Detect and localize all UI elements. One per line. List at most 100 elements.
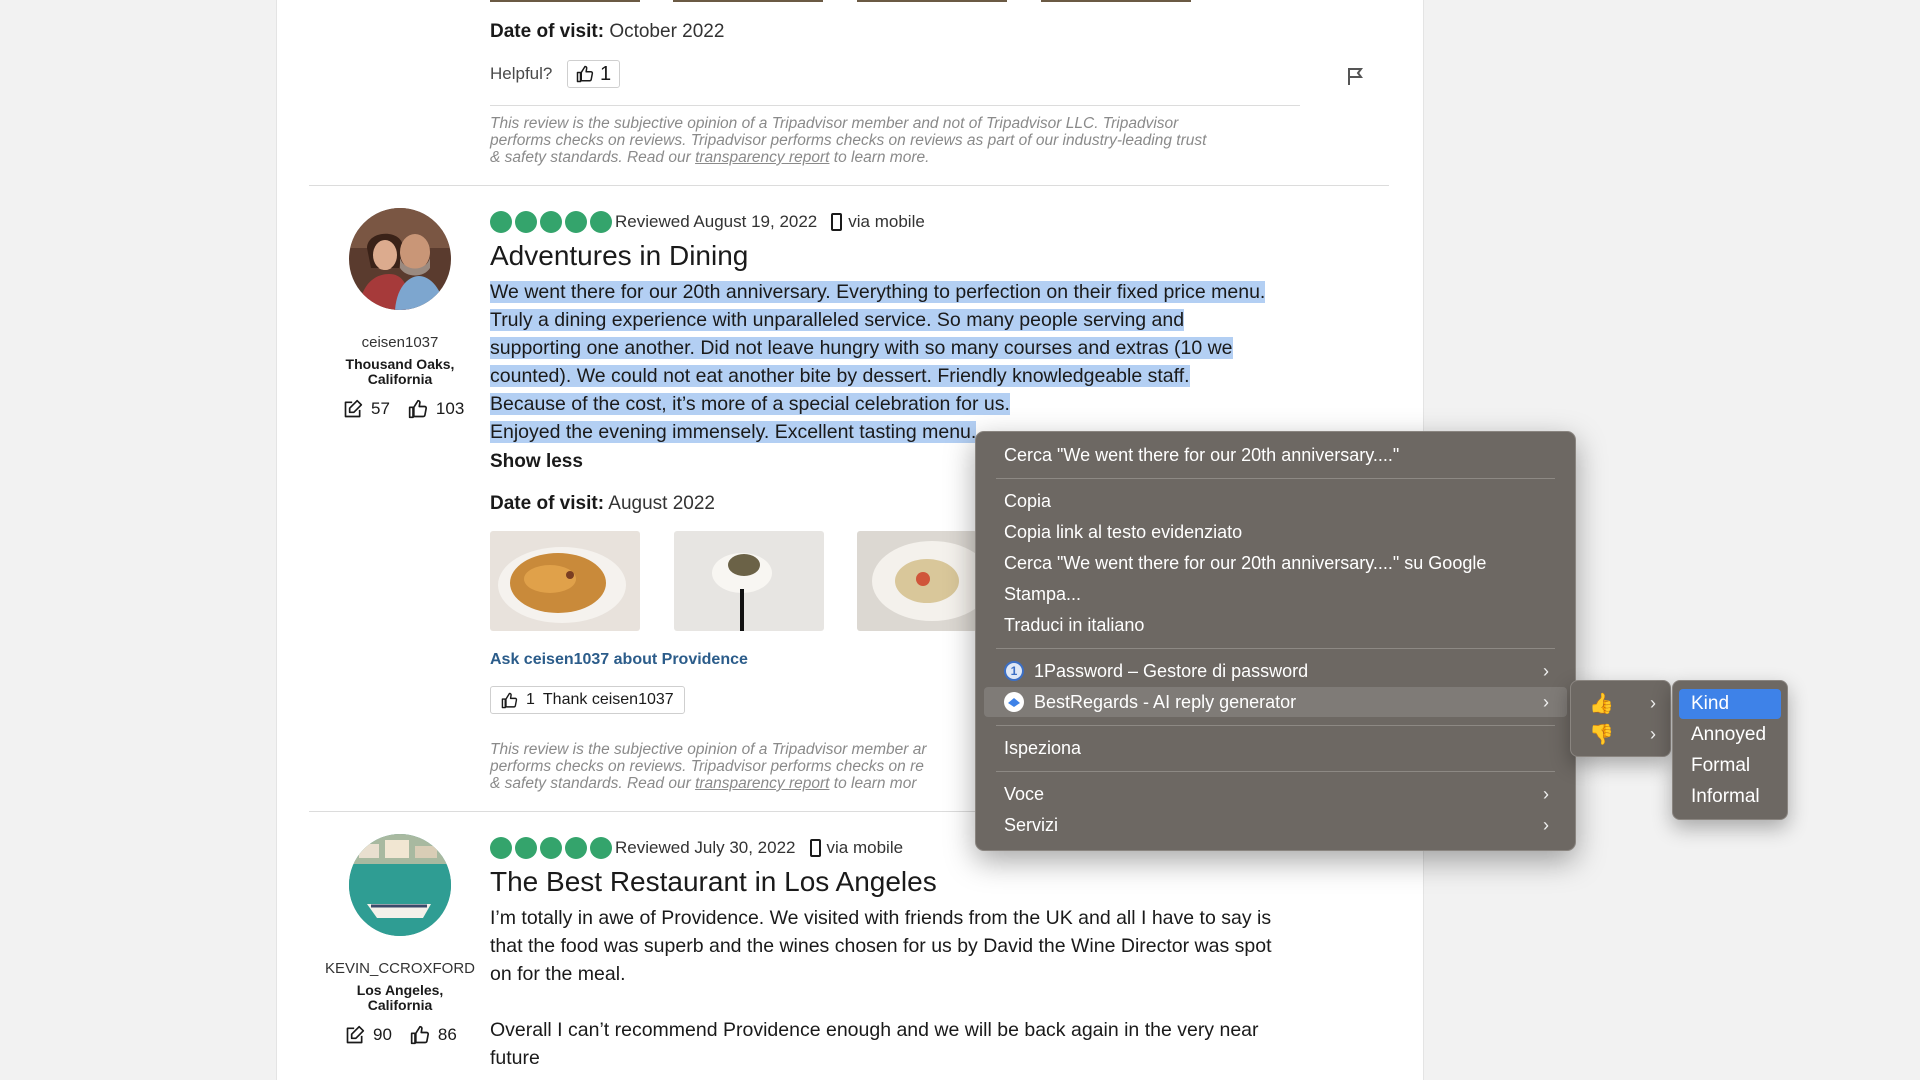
tone-informal[interactable]: Informal	[1679, 782, 1781, 812]
helpful-label: Helpful?	[490, 64, 553, 83]
thank-count: 1	[526, 691, 535, 708]
date-of-visit-label: Date of visit:	[490, 493, 605, 514]
review-body-line: that the food was superb and the wines c…	[490, 935, 1272, 957]
rating-bubble	[490, 211, 512, 233]
chevron-right-icon: ›	[1543, 691, 1549, 712]
menu-item-search[interactable]: Cerca "We went there for our 20th annive…	[984, 440, 1567, 470]
review-body: I’m totally in awe of Providence. We vis…	[490, 904, 1320, 1072]
rating-bubble	[540, 211, 562, 233]
menu-separator	[996, 725, 1555, 726]
rating-bubble	[590, 837, 612, 859]
disclaimer: This review is the subjective opinion of…	[490, 741, 990, 792]
photo-strip[interactable]	[673, 0, 823, 2]
divider	[490, 105, 1300, 106]
disclaimer-line: & safety standards. Read our transparenc…	[490, 149, 1300, 166]
review-body-line: supporting one another. Did not leave hu…	[490, 337, 1233, 359]
menu-item-voice-label: Voce	[1004, 783, 1045, 804]
transparency-report-link[interactable]: transparency report	[695, 775, 829, 792]
menu-item-services[interactable]: Servizi ›	[984, 810, 1567, 840]
review-title[interactable]: The Best Restaurant in Los Angeles	[490, 866, 937, 898]
tone-kind[interactable]: Kind	[1679, 689, 1781, 719]
menu-item-services-label: Servizi	[1004, 814, 1059, 835]
menu-item-print[interactable]: Stampa...	[984, 579, 1567, 609]
rating-bubble	[565, 837, 587, 859]
review-photo[interactable]	[857, 531, 977, 631]
chevron-right-icon: ›	[1650, 723, 1656, 744]
menu-separator	[996, 648, 1555, 649]
review-body-line: future	[490, 1047, 540, 1069]
disclaimer-text: & safety standards. Read our	[490, 775, 696, 792]
ask-reviewer-link[interactable]: Ask ceisen1037 about Providence	[490, 651, 748, 669]
submenu-item-thumbs-down[interactable]: 👎 ›	[1571, 719, 1670, 749]
sentiment-submenu: 👍 › 👎 ›	[1570, 680, 1671, 757]
review-photo[interactable]	[490, 531, 640, 631]
submenu-item-thumbs-up[interactable]: 👍 ›	[1571, 688, 1670, 718]
bestregards-icon	[1004, 692, 1024, 712]
show-less-link[interactable]: Show less	[490, 451, 583, 473]
thumbs-up-icon	[576, 65, 594, 83]
review-body-line: Enjoyed the evening immensely. Excellent…	[490, 421, 977, 443]
review-photo[interactable]	[674, 531, 824, 631]
menu-item-search-google[interactable]: Cerca "We went there for our 20th annive…	[984, 548, 1567, 578]
date-of-visit-value: August 2022	[608, 493, 715, 514]
username[interactable]: ceisen1037	[315, 334, 485, 351]
menu-item-1password-label: 1Password – Gestore di password	[1034, 660, 1309, 681]
date-of-visit-value: October 2022	[609, 21, 725, 42]
rating-bubbles	[490, 837, 612, 859]
tone-annoyed[interactable]: Annoyed	[1679, 720, 1781, 750]
mobile-phone-icon	[809, 839, 821, 857]
review-body-line: I’m totally in awe of Providence. We vis…	[490, 907, 1272, 929]
rating-bubbles	[490, 211, 612, 233]
disclaimer-text: to learn more.	[829, 149, 930, 166]
menu-item-bestregards-label: BestRegards - AI reply generator	[1034, 691, 1297, 712]
menu-item-inspect[interactable]: Ispeziona	[984, 733, 1567, 763]
rating-bubble	[490, 837, 512, 859]
disclaimer: This review is the subjective opinion of…	[490, 115, 1300, 166]
tone-submenu: Kind Annoyed Formal Informal	[1672, 680, 1788, 820]
menu-item-copy[interactable]: Copia	[984, 486, 1567, 516]
rating-bubble	[540, 837, 562, 859]
edit-icon	[346, 1025, 365, 1044]
menu-item-copy-link[interactable]: Copia link al testo evidenziato	[984, 517, 1567, 547]
review-title[interactable]: Adventures in Dining	[490, 240, 748, 272]
thank-reviewer-button[interactable]: 1 Thank ceisen1037	[490, 686, 685, 714]
disclaimer-line: This review is the subjective opinion of…	[490, 115, 1179, 132]
review-body-line: Overall I can’t recommend Providence eno…	[490, 1019, 1259, 1041]
review-body-line: on for the meal.	[490, 963, 626, 985]
avatar[interactable]	[349, 208, 451, 310]
menu-item-bestregards[interactable]: BestRegards - AI reply generator ›	[984, 687, 1567, 717]
reviewed-date: Reviewed August 19, 2022	[615, 212, 818, 231]
via-mobile: via mobile	[826, 838, 904, 857]
via-mobile: via mobile	[848, 212, 925, 231]
disclaimer-line: This review is the subjective opinion of…	[490, 741, 927, 758]
user-stats: 57 103	[343, 399, 464, 419]
rating-bubble	[515, 211, 537, 233]
1password-icon: 1	[1004, 661, 1024, 681]
review-body-line: Truly a dining experience with unparalle…	[490, 309, 1185, 331]
edit-icon	[344, 399, 363, 418]
review-separator	[309, 185, 1389, 186]
thumbs-up-icon: 👍	[1589, 692, 1614, 715]
avatar[interactable]	[349, 834, 451, 936]
disclaimer-line: performs checks on reviews. Tripadvisor …	[490, 132, 1207, 149]
username[interactable]: KEVIN_CCROXFORD	[315, 960, 485, 977]
flag-icon[interactable]	[1345, 66, 1365, 86]
photo-strip[interactable]	[857, 0, 1007, 2]
helpful-button[interactable]: 1	[567, 60, 621, 88]
chevron-right-icon: ›	[1543, 660, 1549, 681]
reviewed-date: Reviewed July 30, 2022	[615, 838, 796, 857]
photo-strip[interactable]	[1041, 0, 1191, 2]
photo-strip[interactable]	[490, 0, 640, 2]
menu-item-translate[interactable]: Traduci in italiano	[984, 610, 1567, 640]
review-meta: Reviewed July 30, 2022 via mobile	[615, 838, 903, 858]
contribution-count: 57	[371, 399, 390, 418]
thumbs-up-icon	[410, 1025, 429, 1045]
menu-separator	[996, 478, 1555, 479]
menu-item-voice[interactable]: Voce ›	[984, 779, 1567, 809]
tone-formal[interactable]: Formal	[1679, 751, 1781, 781]
helpful-count: 1	[600, 62, 612, 85]
contribution-count: 90	[373, 1025, 392, 1044]
user-location: Los Angeles, California	[315, 983, 485, 1013]
menu-item-1password[interactable]: 1 1Password – Gestore di password ›	[984, 656, 1567, 686]
transparency-report-link[interactable]: transparency report	[695, 149, 829, 166]
